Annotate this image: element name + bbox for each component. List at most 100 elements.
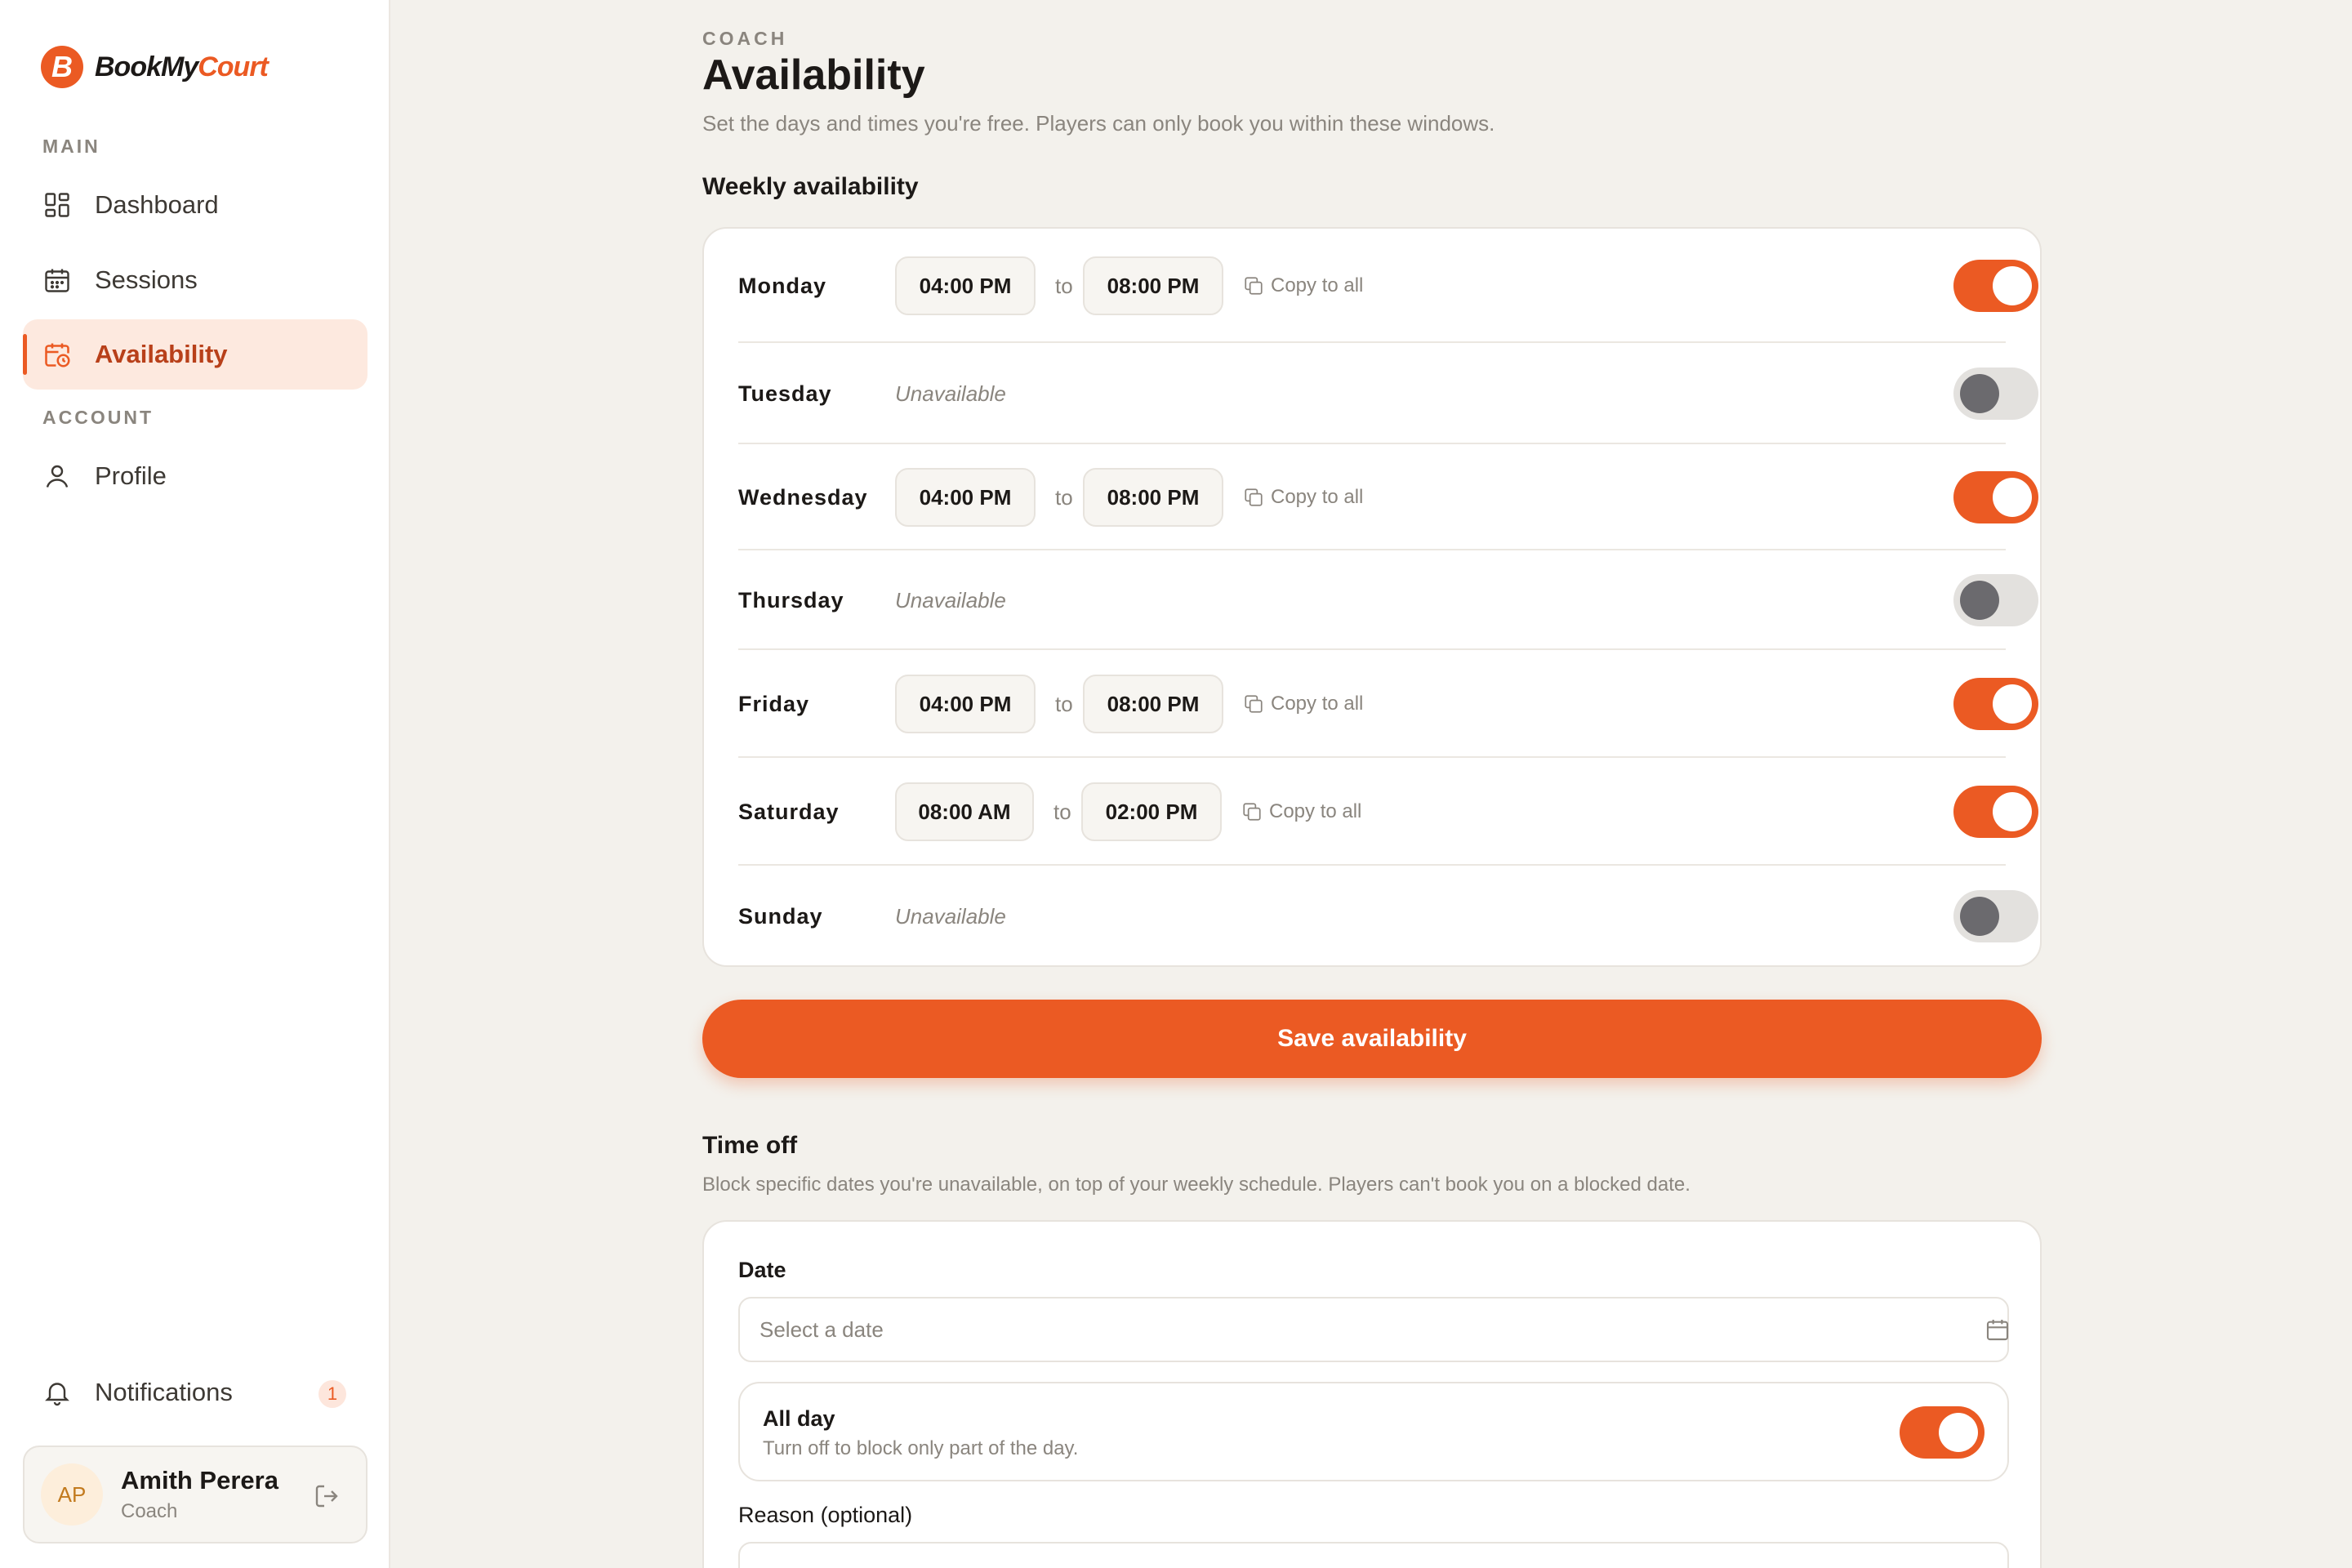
sidebar-item-label: Profile [95,461,167,490]
day-toggle[interactable] [1953,786,2038,838]
reason-input[interactable] [738,1542,2009,1568]
time-off-title: Time off [702,1132,798,1159]
bell-icon [42,1378,72,1407]
dashboard-icon [42,190,72,220]
day-name: Tuesday [738,381,832,406]
to-label: to [1055,691,1073,716]
day-toggle[interactable] [1953,678,2038,730]
save-availability-button[interactable]: Save availability [702,1000,2042,1078]
copy-to-all-button[interactable]: Copy to all [1243,693,1363,715]
copy-to-all-label: Copy to all [1271,693,1364,715]
avatar: AP [41,1463,103,1526]
weekly-availability-title: Weekly availability [702,173,919,200]
sidebar-item-label: Availability [95,340,228,368]
day-row-sunday: Sunday Unavailable [738,866,2038,967]
copy-to-all-label: Copy to all [1271,486,1364,508]
start-time-field[interactable]: 08:00 AM [895,782,1034,841]
to-label: to [1055,273,1073,298]
all-day-option: All day Turn off to block only part of t… [738,1382,2009,1481]
copy-to-all-label: Copy to all [1271,274,1364,296]
day-toggle[interactable] [1953,260,2038,312]
date-input[interactable] [738,1297,2009,1362]
calendar-icon [42,265,72,295]
day-name: Saturday [738,799,840,824]
day-name: Sunday [738,903,823,929]
day-row-friday: Friday 04:00 PM to 08:00 PM Copy to all [738,650,2038,758]
weekly-availability-card: Monday 04:00 PM to 08:00 PM Copy to all … [702,227,2042,967]
end-time-field[interactable]: 08:00 PM [1083,256,1223,315]
day-row-saturday: Saturday 08:00 AM to 02:00 PM Copy to al… [738,758,2038,866]
time-off-card: Date All day Turn off to block only part… [702,1220,2042,1568]
sidebar-item-sessions[interactable]: Sessions [23,245,368,315]
logout-icon[interactable] [312,1481,341,1511]
end-time-field[interactable]: 02:00 PM [1081,782,1222,841]
logo-mark-icon: B [41,46,83,88]
reason-label: Reason (optional) [738,1503,913,1527]
end-time-field[interactable]: 08:00 PM [1083,468,1223,527]
day-name: Monday [738,273,827,298]
to-label: to [1055,484,1073,510]
copy-to-all-button[interactable]: Copy to all [1241,800,1361,823]
day-toggle[interactable] [1953,890,2038,942]
toggle-knob [1993,478,2032,517]
sidebar-item-dashboard[interactable]: Dashboard [23,170,368,240]
start-time-field[interactable]: 04:00 PM [895,675,1036,733]
page-subtitle: Set the days and times you're free. Play… [702,111,1495,136]
brand-name: BookMyCourt [95,51,269,83]
user-role: Coach [121,1500,178,1522]
sidebar-item-notifications[interactable]: Notifications 1 [23,1357,368,1428]
toggle-knob [1960,897,1999,936]
sidebar: B BookMyCourt MAIN Dashboard Sessions Av… [0,0,390,1568]
copy-to-all-label: Copy to all [1269,800,1362,822]
page-title: Availability [702,51,925,99]
copy-icon [1243,803,1261,821]
all-day-title: All day [763,1406,835,1431]
unavailable-label: Unavailable [895,903,1006,929]
copy-to-all-button[interactable]: Copy to all [1243,486,1363,509]
brand-name-dark: BookMy [95,51,198,82]
day-name: Wednesday [738,484,868,510]
start-time-field[interactable]: 04:00 PM [895,256,1036,315]
toggle-knob [1993,684,2032,724]
date-label: Date [738,1258,786,1282]
day-toggle[interactable] [1953,368,2038,420]
sidebar-item-label: Dashboard [95,190,219,219]
all-day-subtitle: Turn off to block only part of the day. [763,1437,1079,1459]
nav-section-account: ACCOUNT [42,407,154,428]
toggle-knob [1939,1413,1978,1452]
toggle-knob [1960,374,1999,413]
copy-to-all-button[interactable]: Copy to all [1243,274,1363,297]
unavailable-label: Unavailable [895,381,1006,406]
end-time-field[interactable]: 08:00 PM [1083,675,1223,733]
copy-icon [1245,695,1263,713]
day-toggle[interactable] [1953,574,2038,626]
all-day-toggle[interactable] [1900,1406,1984,1459]
copy-icon [1245,277,1263,295]
day-toggle[interactable] [1953,471,2038,523]
brand-logo[interactable]: B BookMyCourt [41,46,269,88]
sidebar-item-profile[interactable]: Profile [23,441,368,511]
sidebar-item-availability[interactable]: Availability [23,319,368,390]
start-time-field[interactable]: 04:00 PM [895,468,1036,527]
day-row-monday: Monday 04:00 PM to 08:00 PM Copy to all [738,229,2038,343]
notification-count-badge: 1 [318,1380,346,1408]
toggle-knob [1993,266,2032,305]
day-row-tuesday: Tuesday Unavailable [738,343,2038,444]
user-info: Amith Perera Coach [121,1466,278,1523]
day-row-thursday: Thursday Unavailable [738,550,2038,650]
brand-name-accent: Court [198,51,269,82]
day-row-wednesday: Wednesday 04:00 PM to 08:00 PM Copy to a… [738,444,2038,550]
user-card[interactable]: AP Amith Perera Coach [23,1446,368,1544]
toggle-knob [1993,792,2032,831]
day-name: Friday [738,691,810,716]
sidebar-item-label: Sessions [95,265,198,294]
user-icon [42,461,72,491]
sidebar-item-label: Notifications [95,1378,233,1406]
toggle-knob [1960,581,1999,620]
to-label: to [1054,799,1071,824]
calendar-icon[interactable] [1984,1316,2011,1343]
page-eyebrow: COACH [702,28,788,49]
user-name: Amith Perera [121,1466,278,1494]
copy-icon [1245,488,1263,506]
nav-section-main: MAIN [42,136,100,157]
